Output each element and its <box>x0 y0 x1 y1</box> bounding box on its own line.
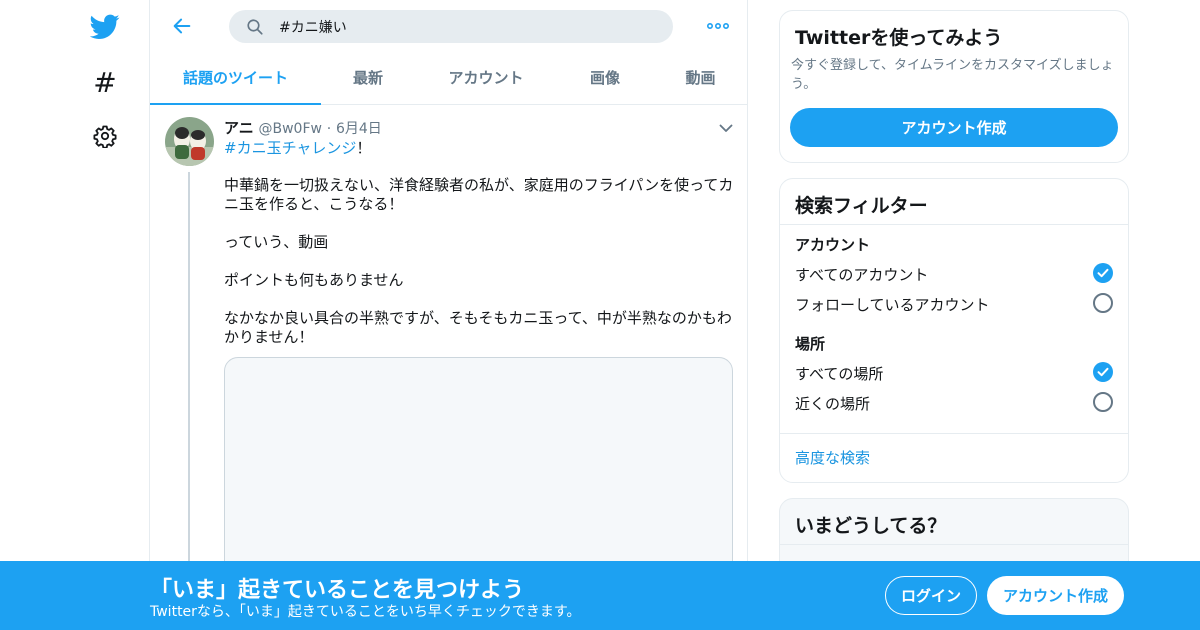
signup-card-title: Twitterを使ってみよう <box>795 27 1003 49</box>
search-input[interactable]: #カニ嫌い <box>229 10 673 43</box>
filter-place-heading: 場所 <box>795 335 826 353</box>
advanced-search-link[interactable]: 高度な検索 <box>795 447 870 468</box>
hashtag-suffix: ！ <box>356 139 372 157</box>
hashtag-link[interactable]: #カニ玉チャレンジ <box>224 139 356 157</box>
signup-card: Twitterを使ってみよう 今すぐ登録して、タイムラインをカスタマイズしましょ… <box>779 10 1129 163</box>
tweet-paragraph: っていう、動画 <box>224 233 329 251</box>
tweet-paragraph: なかなか良い具合の半熟ですが、そもそもカニ玉って、中が半熟なのかもわかりません！ <box>224 309 732 346</box>
filter-all-accounts-label[interactable]: すべてのアカウント <box>795 264 928 285</box>
banner-title: 「いま」起きていることを見つけよう <box>150 578 525 603</box>
login-button[interactable]: ログイン <box>885 576 977 615</box>
filter-all-places-label[interactable]: すべての場所 <box>795 363 883 384</box>
display-name[interactable]: アニ <box>224 119 254 137</box>
gear-icon[interactable] <box>90 121 120 151</box>
tweet-paragraph: 中華鍋を一切扱えない、洋食経験者の私が、家庭用のフライパンを使ってカニ玉を作ると… <box>224 176 734 213</box>
avatar[interactable] <box>165 117 214 166</box>
twitter-bird-icon[interactable] <box>90 12 120 42</box>
tweet-paragraph: ポイントも何もありません <box>224 271 404 289</box>
hashtag-icon[interactable]: # <box>90 65 120 99</box>
banner-signup-button[interactable]: アカウント作成 <box>987 576 1124 615</box>
tab-accounts[interactable]: アカウント <box>415 55 557 105</box>
signup-card-desc: 今すぐ登録して、タイムラインをカスタマイズしましょう。 <box>791 58 1114 92</box>
tweet-text: 中華鍋を一切扱えない、洋食経験者の私が、家庭用のフライパンを使ってカニ玉を作ると… <box>224 176 734 366</box>
filter-account-heading: アカウント <box>795 236 871 254</box>
thread-line <box>188 172 190 572</box>
search-filters-card: 検索フィルター アカウント すべてのアカウント フォローしているアカウント 場所… <box>779 178 1129 483</box>
tweet-header: アニ @Bw0Fw · 6月4日 <box>224 117 382 138</box>
search-tabs: 話題のツイート 最新 アカウント 画像 動画 <box>150 55 748 105</box>
filter-nearby-radio[interactable] <box>1093 392 1113 412</box>
search-query: #カニ嫌い <box>279 19 347 36</box>
user-handle[interactable]: @Bw0Fw <box>258 121 321 137</box>
create-account-button[interactable]: アカウント作成 <box>790 108 1118 147</box>
tab-latest[interactable]: 最新 <box>321 55 415 105</box>
tab-videos[interactable]: 動画 <box>653 55 748 105</box>
chevron-down-icon[interactable] <box>716 118 736 138</box>
filters-title: 検索フィルター <box>795 195 928 217</box>
filter-all-accounts-radio[interactable] <box>1093 263 1113 283</box>
divider <box>780 224 1128 225</box>
tab-images[interactable]: 画像 <box>557 55 653 105</box>
filter-following-accounts-label[interactable]: フォローしているアカウント <box>795 294 990 315</box>
page: # #カニ嫌い 話題のツイート 最新 アカウント 画像 動画 アニ @Bw0Fw… <box>0 0 1200 630</box>
search-icon <box>245 17 265 37</box>
trends-title: いまどうしてる？ <box>795 515 947 537</box>
left-nav: # <box>0 0 150 630</box>
hashtag-glyph: # <box>93 65 117 99</box>
tweet-hashtag-line: #カニ玉チャレンジ！ <box>224 137 371 158</box>
tab-top-tweets[interactable]: 話題のツイート <box>150 55 321 105</box>
filter-all-places-radio[interactable] <box>1093 362 1113 382</box>
signup-banner: 「いま」起きていることを見つけよう Twitterなら、「いま」起きていることを… <box>0 561 1200 630</box>
filter-nearby-label[interactable]: 近くの場所 <box>795 393 870 414</box>
divider <box>780 433 1128 434</box>
tweet-date[interactable]: 6月4日 <box>336 121 382 137</box>
filter-following-accounts-radio[interactable] <box>1093 293 1113 313</box>
more-options-icon[interactable] <box>706 14 730 38</box>
back-arrow-icon[interactable] <box>168 12 196 40</box>
divider <box>780 544 1128 545</box>
tweet[interactable]: アニ @Bw0Fw · 6月4日 #カニ玉チャレンジ！ 中華鍋を一切扱えない、洋… <box>150 106 748 597</box>
banner-subtitle: Twitterなら、「いま」起きていることをいち早くチェックできます。 <box>150 604 581 620</box>
search-timeline: #カニ嫌い 話題のツイート 最新 アカウント 画像 動画 アニ @Bw0Fw ·… <box>150 0 748 630</box>
separator-dot: · <box>326 121 332 137</box>
